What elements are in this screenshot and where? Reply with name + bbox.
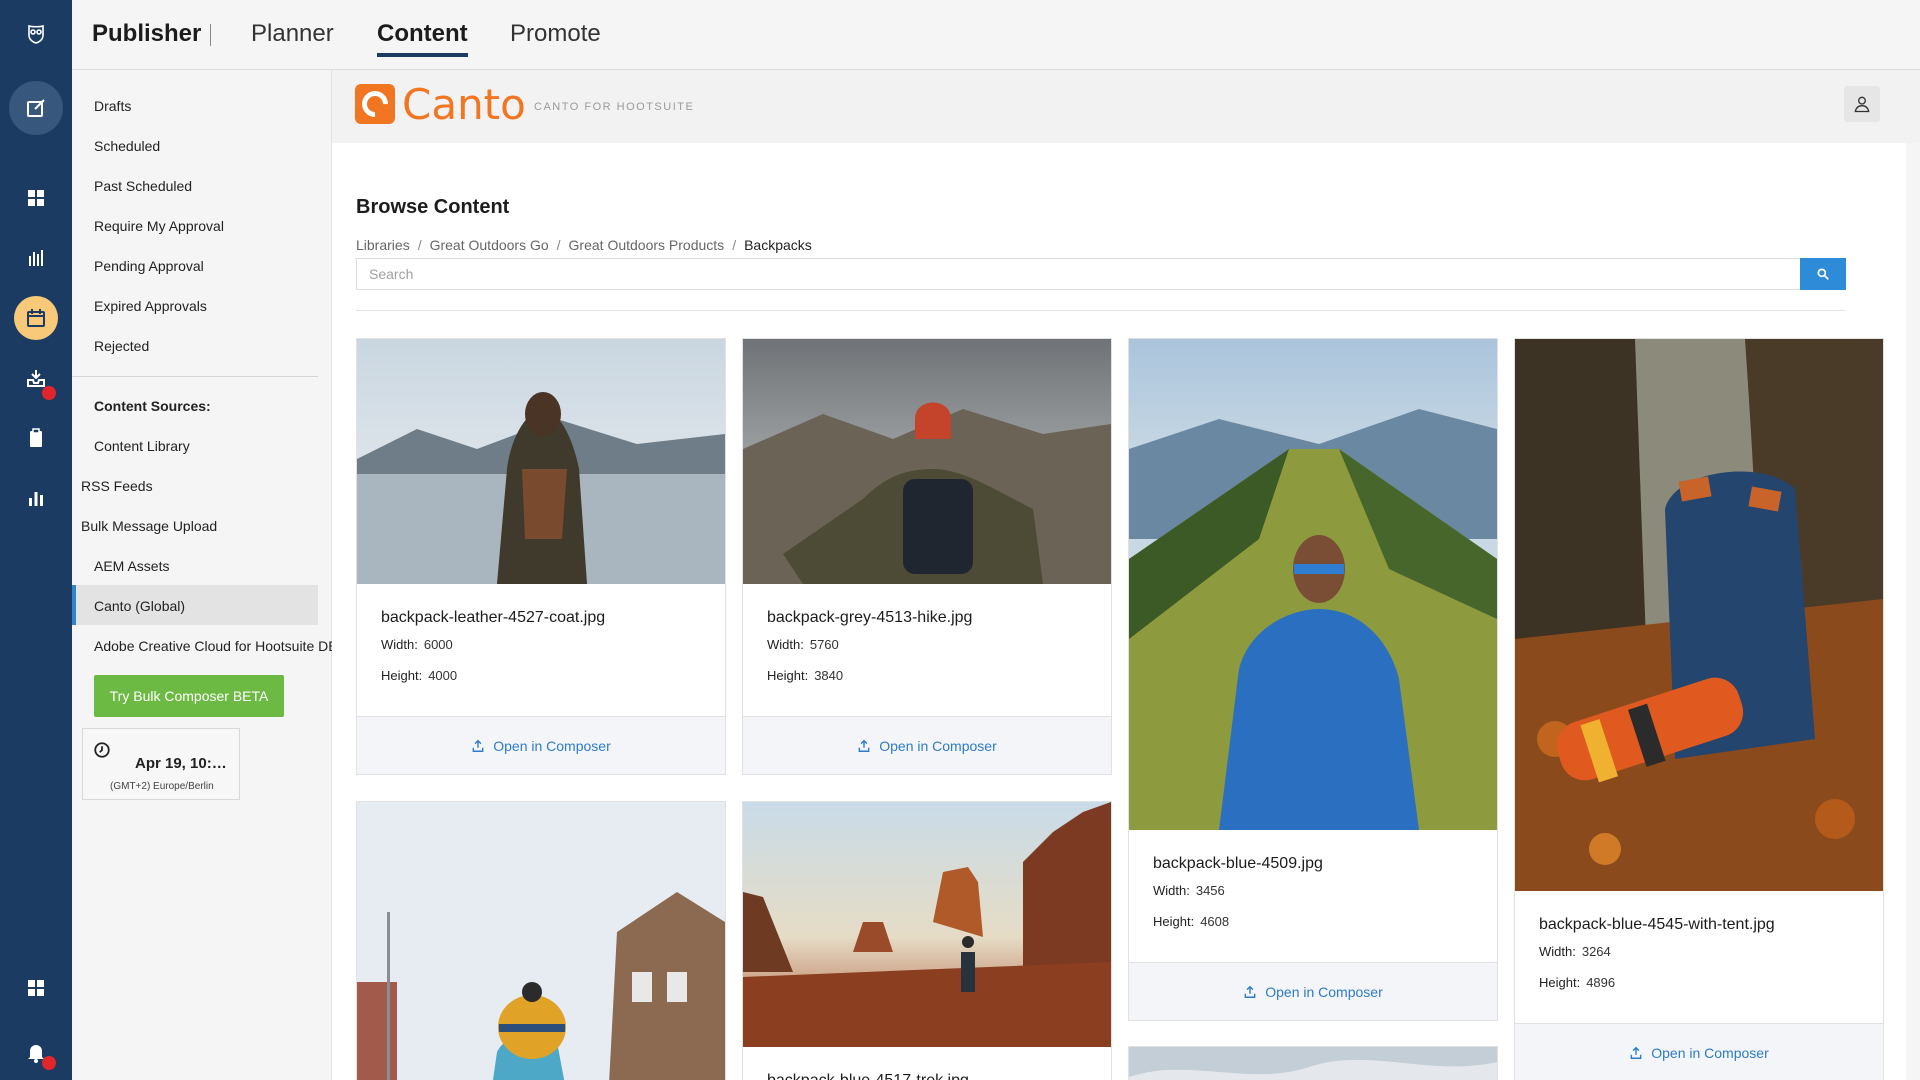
asset-card[interactable] [356, 801, 726, 1080]
content-divider [356, 310, 1846, 311]
timezone-card[interactable]: Apr 19, 10:… (GMT+2) Europe/Berlin [82, 728, 240, 800]
asset-height: Height: 3840 [767, 668, 844, 683]
source-aem-assets[interactable]: AEM Assets [94, 558, 169, 574]
user-profile-button[interactable] [1844, 86, 1880, 122]
asset-card[interactable]: backpack-blue-4545-with-tent.jpg Width: 3… [1514, 338, 1884, 1080]
publisher-title: Publisher [92, 20, 202, 47]
timezone-name: (GMT+2) Europe/Berlin [110, 781, 214, 792]
nav-item-expired-approvals[interactable]: Expired Approvals [94, 298, 207, 314]
top-bar: Publisher Planner Content Promote [72, 0, 1920, 70]
asset-filename: backpack-blue-4545-with-tent.jpg [1539, 916, 1775, 933]
breadcrumb-backpacks: Backpacks [744, 237, 812, 253]
clock-icon [94, 742, 110, 758]
app-rail [0, 0, 72, 1080]
asset-height: Height: 4896 [1539, 975, 1616, 990]
asset-width: Width: 3456 [1153, 883, 1225, 898]
content-subnav: Drafts Scheduled Past Scheduled Require … [72, 70, 338, 1080]
asset-card[interactable]: backpack-blue-4517-trek.jpg [742, 801, 1112, 1080]
nav-item-pending-approval[interactable]: Pending Approval [94, 258, 204, 274]
asset-thumbnail[interactable] [743, 802, 1111, 1047]
notification-dot [42, 1056, 56, 1070]
breadcrumb: Libraries / Great Outdoors Go / Great Outdoo… [356, 237, 812, 253]
inbox-notification-dot [42, 386, 56, 400]
upload-icon [1630, 1046, 1642, 1059]
canto-panel: Canto CANTO FOR HOOTSUITE Browse Content… [332, 70, 1920, 1080]
source-canto-global[interactable]: Canto (Global) [94, 598, 185, 614]
asset-thumbnail[interactable] [1129, 339, 1497, 830]
open-in-composer-button[interactable]: Open in Composer [1129, 962, 1497, 1020]
asset-filename: backpack-leather-4527-coat.jpg [381, 609, 606, 626]
asset-card[interactable]: backpack-blue-4509.jpg Width: 3456 Height… [1128, 338, 1498, 1021]
source-content-library[interactable]: Content Library [94, 438, 190, 454]
user-icon [1854, 96, 1870, 113]
asset-filename: backpack-blue-4517-trek.jpg [767, 1072, 969, 1080]
search-box [356, 258, 1846, 290]
asset-height: Height: 4608 [1153, 914, 1230, 929]
timezone-date: Apr 19, 10:… [135, 755, 227, 772]
try-bulk-composer-button[interactable]: Try Bulk Composer BETA [94, 675, 284, 717]
search-button[interactable] [1800, 258, 1846, 290]
canto-subtitle: CANTO FOR HOOTSUITE [534, 101, 695, 113]
canto-logo-icon [355, 84, 395, 124]
asset-height: Height: 4000 [381, 668, 458, 683]
assignments-clipboard-icon[interactable] [14, 416, 58, 460]
asset-filename: backpack-blue-4509.jpg [1153, 855, 1323, 872]
page-title: Browse Content [356, 196, 510, 218]
tab-content[interactable]: Content [377, 20, 468, 57]
open-in-composer-button[interactable]: Open in Composer [743, 716, 1111, 774]
asset-width: Width: 6000 [381, 637, 453, 652]
asset-thumbnail[interactable] [1515, 339, 1883, 891]
canto-logo-text: Canto [402, 80, 526, 129]
nav-item-drafts[interactable]: Drafts [94, 98, 131, 114]
reports-chart-icon[interactable] [14, 476, 58, 520]
nav-item-scheduled[interactable]: Scheduled [94, 138, 160, 154]
nav-item-rejected[interactable]: Rejected [94, 338, 149, 354]
asset-card[interactable]: backpack-grey-4513-hike.jpg Width: 5760 H… [742, 338, 1112, 775]
nav-item-require-my-approval[interactable]: Require My Approval [94, 218, 224, 234]
breadcrumb-great-outdoors-products[interactable]: Great Outdoors Products [569, 237, 725, 253]
search-icon [1817, 268, 1829, 280]
compose-icon[interactable] [9, 81, 63, 135]
tab-planner[interactable]: Planner [251, 20, 334, 48]
upload-icon [858, 739, 870, 752]
source-bulk-message-upload[interactable]: Bulk Message Upload [81, 518, 217, 534]
analytics-bars-icon[interactable] [14, 236, 58, 280]
apps-grid-icon[interactable] [14, 966, 58, 1010]
asset-thumbnail[interactable] [357, 339, 725, 584]
canto-header: Canto CANTO FOR HOOTSUITE [332, 70, 1920, 143]
asset-card[interactable]: backpack-leather-4527-coat.jpg Width: 600… [356, 338, 726, 775]
breadcrumb-libraries[interactable]: Libraries [356, 237, 410, 253]
asset-card[interactable] [1128, 1046, 1498, 1080]
open-in-composer-button[interactable]: Open in Composer [357, 716, 725, 774]
browse-content-area: Browse Content Libraries / Great Outdoors … [332, 143, 1906, 1080]
source-rss-feeds[interactable]: RSS Feeds [81, 478, 153, 494]
asset-thumbnail[interactable] [357, 802, 725, 1080]
asset-width: Width: 5760 [767, 637, 839, 652]
upload-icon [1244, 985, 1256, 998]
asset-thumbnail[interactable] [743, 339, 1111, 584]
hootsuite-owl-logo[interactable] [14, 12, 58, 56]
source-adobe-creative-cloud[interactable]: Adobe Creative Cloud for Hootsuite DE [94, 638, 338, 654]
tab-promote[interactable]: Promote [510, 20, 601, 48]
content-sources-heading: Content Sources: [94, 398, 211, 414]
open-in-composer-button[interactable]: Open in Composer [1515, 1023, 1883, 1080]
search-input[interactable] [357, 259, 1787, 289]
asset-filename: backpack-grey-4513-hike.jpg [767, 609, 973, 626]
nav-divider [72, 376, 318, 377]
breadcrumb-great-outdoors-go[interactable]: Great Outdoors Go [430, 237, 549, 253]
asset-thumbnail[interactable] [1129, 1047, 1497, 1080]
planner-calendar-icon[interactable] [14, 296, 58, 340]
title-divider [210, 24, 211, 46]
upload-icon [472, 739, 484, 752]
asset-width: Width: 3264 [1539, 944, 1611, 959]
streams-icon[interactable] [14, 176, 58, 220]
nav-item-past-scheduled[interactable]: Past Scheduled [94, 178, 192, 194]
